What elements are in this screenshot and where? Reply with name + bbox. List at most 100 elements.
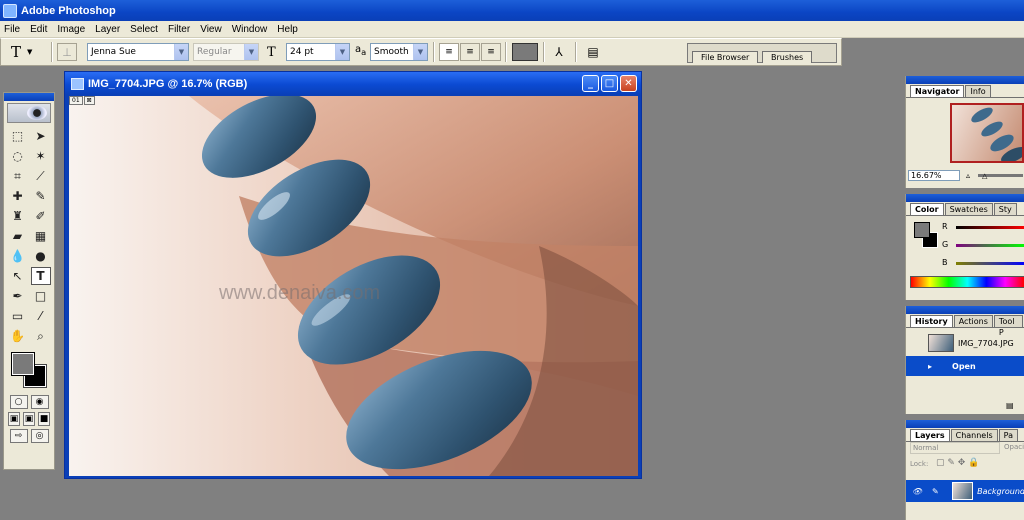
tab-paths[interactable]: Pa bbox=[998, 429, 1018, 441]
stamp-icon[interactable]: ♜ bbox=[8, 207, 28, 225]
opacity-label: Opaci bbox=[1004, 443, 1024, 451]
minimize-icon[interactable]: _ bbox=[582, 75, 599, 92]
slice-icon[interactable]: ⟋ bbox=[31, 167, 51, 185]
tab-layers[interactable]: Layers bbox=[910, 429, 950, 441]
crop-icon[interactable]: ⌗ bbox=[8, 167, 28, 185]
blend-mode-select[interactable]: Normal bbox=[910, 442, 1000, 454]
menu-bar: File Edit Image Layer Select Filter View… bbox=[0, 21, 1024, 38]
align-left-button[interactable]: ≡ bbox=[439, 43, 459, 61]
menu-view[interactable]: View bbox=[196, 24, 228, 35]
color-panel: Color Swatches Sty R G B bbox=[905, 194, 1024, 300]
antialias-select[interactable]: Smooth ▼ bbox=[370, 43, 428, 61]
magic-wand-icon[interactable]: ✶ bbox=[31, 147, 51, 165]
jump-to-imageready-icon[interactable]: ⇨ bbox=[9, 429, 28, 443]
channel-r-slider[interactable] bbox=[956, 226, 1024, 229]
color-fg-swatch[interactable] bbox=[914, 222, 930, 238]
foreground-color-swatch[interactable] bbox=[11, 352, 35, 376]
lock-icons[interactable]: ▢ ✎ ✥ 🔒 bbox=[936, 458, 979, 468]
eraser-icon[interactable]: ▰ bbox=[8, 227, 28, 245]
palettes-button[interactable]: ▤ bbox=[583, 43, 603, 61]
navigator-zoom-field[interactable]: 16.67% bbox=[908, 170, 960, 181]
menu-help[interactable]: Help bbox=[273, 24, 304, 35]
panel-title-bar[interactable] bbox=[906, 420, 1024, 428]
font-size-icon: T bbox=[267, 45, 276, 60]
tab-actions[interactable]: Actions bbox=[953, 315, 993, 327]
standard-screen-icon[interactable]: ▣ bbox=[8, 412, 20, 426]
type-icon[interactable]: T bbox=[30, 267, 51, 285]
tab-tool-presets[interactable]: Tool P bbox=[993, 315, 1023, 337]
tool-preset-picker[interactable]: T ▼ bbox=[11, 43, 47, 61]
layers-panel: Layers Channels Pa Normal Opaci Lock: ▢ … bbox=[905, 420, 1024, 520]
menu-edit[interactable]: Edit bbox=[26, 24, 53, 35]
maximize-icon[interactable]: □ bbox=[601, 75, 618, 92]
app-title: Adobe Photoshop bbox=[21, 4, 116, 17]
document-title-bar[interactable]: IMG_7704.JPG @ 16.7% (RGB) _ □ ✕ bbox=[65, 72, 641, 95]
font-family-select[interactable]: Jenna Sue ▼ bbox=[87, 43, 189, 61]
text-color-swatch[interactable] bbox=[512, 43, 538, 61]
tab-brushes[interactable]: Brushes bbox=[762, 51, 813, 63]
history-brush-icon[interactable]: ✐ bbox=[31, 207, 51, 225]
trash-icon[interactable]: ▤ bbox=[1006, 401, 1014, 410]
imageready-icon[interactable]: ◎ bbox=[30, 429, 49, 443]
align-center-button[interactable]: ≡ bbox=[460, 43, 480, 61]
tab-file-browser[interactable]: File Browser bbox=[692, 51, 759, 63]
menu-select[interactable]: Select bbox=[126, 24, 164, 35]
menu-layer[interactable]: Layer bbox=[91, 24, 126, 35]
move-icon[interactable]: ➤ bbox=[31, 127, 51, 145]
font-size-select[interactable]: 24 pt ▼ bbox=[286, 43, 350, 61]
panel-title-bar[interactable] bbox=[906, 194, 1024, 202]
tab-navigator[interactable]: Navigator bbox=[910, 85, 965, 97]
tab-history[interactable]: History bbox=[910, 315, 953, 327]
full-screen-icon[interactable]: ■ bbox=[38, 412, 50, 426]
brush-icon[interactable]: ✎ bbox=[31, 187, 51, 205]
window-controls: _ □ ✕ bbox=[582, 75, 637, 92]
app-title-bar[interactable]: Adobe Photoshop bbox=[0, 0, 1024, 21]
quick-mask-icon[interactable]: ◉ bbox=[30, 395, 49, 409]
image-canvas[interactable]: 01 ⊠ www.denaiva.com bbox=[69, 96, 638, 476]
zoom-icon[interactable]: ⌕ bbox=[31, 327, 51, 345]
tab-color[interactable]: Color bbox=[910, 203, 944, 215]
blur-icon[interactable]: 💧 bbox=[8, 247, 28, 265]
gradient-icon[interactable]: ▦ bbox=[31, 227, 51, 245]
lasso-icon[interactable]: ◌ bbox=[8, 147, 28, 165]
tab-channels[interactable]: Channels bbox=[950, 429, 998, 441]
pen-icon[interactable]: ✒ bbox=[8, 287, 28, 305]
zoom-slider-thumb[interactable]: △ bbox=[982, 172, 987, 180]
menu-image[interactable]: Image bbox=[53, 24, 91, 35]
hand-icon[interactable]: ✋ bbox=[8, 327, 28, 345]
notes-icon[interactable]: ▭ bbox=[8, 307, 28, 325]
align-right-button[interactable]: ≡ bbox=[481, 43, 501, 61]
tab-info[interactable]: Info bbox=[965, 85, 991, 97]
tab-styles[interactable]: Sty bbox=[993, 203, 1017, 215]
path-select-icon[interactable]: ↖ bbox=[8, 267, 28, 285]
close-icon[interactable]: ✕ bbox=[620, 75, 637, 92]
menu-file[interactable]: File bbox=[0, 24, 26, 35]
zoom-out-icon[interactable]: ▵ bbox=[966, 171, 970, 180]
eye-icon[interactable]: 👁 bbox=[912, 487, 922, 496]
history-step[interactable]: ▸ Open bbox=[906, 356, 1024, 376]
menu-filter[interactable]: Filter bbox=[164, 24, 196, 35]
toolbox-logo[interactable] bbox=[7, 103, 51, 123]
shape-icon[interactable]: □ bbox=[31, 287, 51, 305]
eyedropper-icon[interactable]: ⁄ bbox=[31, 307, 51, 325]
navigator-thumbnail[interactable] bbox=[950, 103, 1024, 163]
dodge-icon[interactable]: ● bbox=[31, 247, 51, 265]
color-spectrum-bar[interactable] bbox=[910, 276, 1024, 288]
full-screen-menu-icon[interactable]: ▣ bbox=[23, 412, 35, 426]
standard-mode-icon[interactable]: ○ bbox=[9, 395, 28, 409]
text-orientation-button[interactable]: ⊥ bbox=[57, 43, 77, 61]
font-style-select[interactable]: Regular ▼ bbox=[193, 43, 259, 61]
panel-title-bar[interactable] bbox=[906, 76, 1024, 84]
panel-title-bar[interactable] bbox=[906, 306, 1024, 314]
layer-row[interactable]: 👁 ✎ Background bbox=[906, 480, 1024, 502]
toolbox-title-bar[interactable] bbox=[4, 93, 54, 101]
healing-icon[interactable]: ✚ bbox=[8, 187, 28, 205]
channel-g-slider[interactable] bbox=[956, 244, 1024, 247]
channel-b-slider[interactable] bbox=[956, 262, 1024, 265]
marquee-icon[interactable]: ⬚ bbox=[8, 127, 28, 145]
menu-window[interactable]: Window bbox=[228, 24, 274, 35]
history-snapshot[interactable]: IMG_7704.JPG bbox=[906, 333, 1024, 353]
warp-text-button[interactable]: ⅄ bbox=[549, 43, 569, 61]
align-left-icon: ≡ bbox=[445, 47, 453, 57]
tab-swatches[interactable]: Swatches bbox=[944, 203, 993, 215]
